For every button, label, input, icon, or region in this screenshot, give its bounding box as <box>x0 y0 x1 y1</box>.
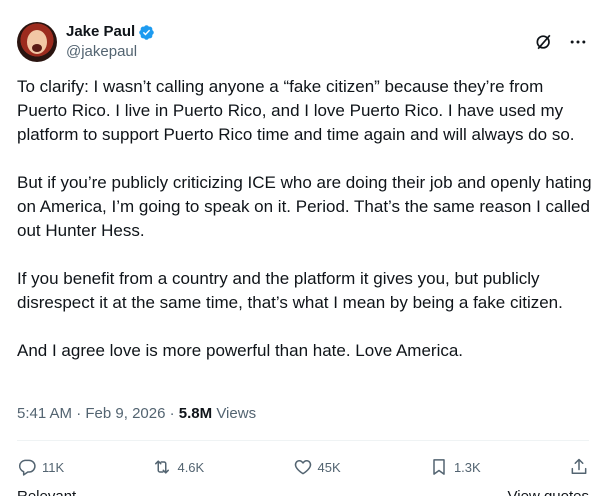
reply-button[interactable]: 11K <box>17 457 64 477</box>
reply-icon <box>18 459 36 476</box>
view-quotes-link[interactable]: View quotes <box>508 488 589 496</box>
share-icon <box>571 458 587 474</box>
tweet-paragraph: But if you’re publicly criticizing ICE w… <box>17 173 592 240</box>
tweet-paragraph: And I agree love is more powerful than h… <box>17 341 464 360</box>
bookmark-button[interactable]: 1.3K <box>429 457 481 477</box>
footer-peek: Relevant View quotes <box>17 488 589 496</box>
author-display-name[interactable]: Jake Paul <box>66 22 135 42</box>
like-count: 45K <box>317 459 341 475</box>
author-handle[interactable]: @jakepaul <box>66 42 155 62</box>
name-row: Jake Paul <box>66 22 155 42</box>
tweet-date[interactable]: Feb 9, 2026 <box>85 405 165 422</box>
share-button[interactable] <box>569 457 589 477</box>
meta-separator: · <box>76 405 82 422</box>
heart-icon <box>294 460 311 475</box>
tweet-time[interactable]: 5:41 AM <box>17 405 72 422</box>
tweet-paragraph: If you benefit from a country and the pl… <box>17 269 563 312</box>
tweet-text: To clarify: I wasn’t calling anyone a “f… <box>17 75 592 363</box>
tweet-header: Jake Paul @jakepaul <box>17 20 588 64</box>
action-bar: 11K 4.6K 45K 1.3K <box>17 455 589 479</box>
header-actions <box>534 32 588 52</box>
more-options-icon[interactable] <box>568 32 588 52</box>
grok-icon[interactable] <box>534 32 554 52</box>
views-label: Views <box>216 405 257 422</box>
bookmark-count: 1.3K <box>453 459 481 475</box>
divider <box>17 440 589 441</box>
author-names: Jake Paul @jakepaul <box>66 22 155 62</box>
views-count: 5.8M <box>178 405 213 422</box>
bookmark-icon <box>433 459 445 475</box>
meta-separator: · <box>169 405 175 422</box>
like-button[interactable]: 45K <box>293 457 341 477</box>
relevant-sort-button[interactable]: Relevant <box>17 488 76 496</box>
tweet-card: Jake Paul @jakepaul To clarify: I wasn’t… <box>0 0 606 496</box>
tweet-meta: 5:41 AM · Feb 9, 2026 · 5.8M Views <box>17 404 256 424</box>
repost-icon <box>155 460 170 474</box>
tweet-paragraph: To clarify: I wasn’t calling anyone a “f… <box>17 77 575 144</box>
avatar[interactable] <box>17 22 57 62</box>
verified-badge-icon <box>138 24 155 41</box>
reply-count: 11K <box>42 459 65 475</box>
repost-count: 4.6K <box>177 459 205 475</box>
repost-button[interactable]: 4.6K <box>152 457 204 477</box>
avatar-mouth <box>32 44 42 52</box>
